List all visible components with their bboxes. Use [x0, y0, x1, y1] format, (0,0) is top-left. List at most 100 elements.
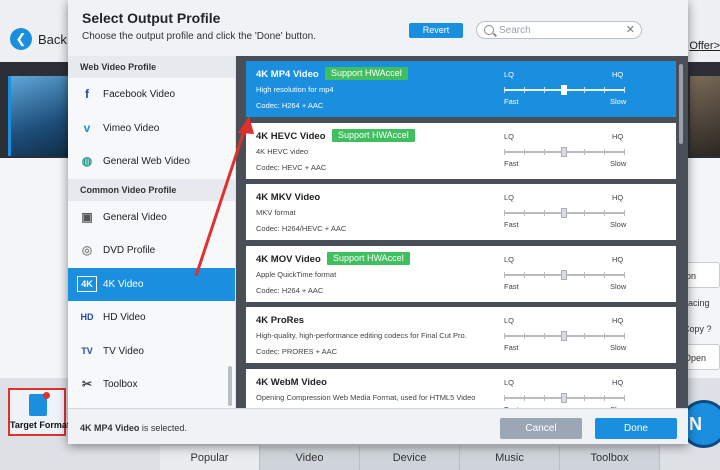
tab-video[interactable]: Video	[260, 446, 360, 470]
profile-card[interactable]: 4K MKV Video MKV format Codec: H264/HEVC +…	[246, 184, 676, 240]
profile-description: 4K HEVC video	[256, 146, 309, 156]
slider-knob[interactable]	[561, 146, 567, 157]
slider-tick	[524, 394, 525, 401]
slider-knob[interactable]	[561, 331, 567, 341]
hq-label: HQ	[612, 377, 624, 387]
sidebar-item[interactable]: ◎ DVD Profile	[68, 234, 235, 268]
profile-card[interactable]: 4K HEVC Video Support HWAccel 4K HEVC vide…	[246, 122, 676, 179]
slider-tick	[524, 87, 525, 93]
sidebar-category-header: Web Video Profile	[68, 56, 235, 78]
slow-label: Slow	[610, 97, 627, 106]
slow-label: Slow	[610, 343, 627, 352]
dialog-title: Select Output Profile	[82, 10, 221, 26]
profile-codec: Codec: H264/HEVC + AAC	[256, 224, 347, 233]
sidebar-item[interactable]: ◍ General Web Video	[68, 145, 235, 179]
target-format-label: Target Format	[10, 420, 68, 430]
search-box[interactable]: ✕	[476, 21, 642, 39]
4k-icon: 4K	[77, 275, 97, 292]
slider-tick	[604, 394, 605, 401]
profile-codec: Codec: PRORES + AAC	[256, 347, 338, 356]
hd-icon: HD	[80, 312, 94, 322]
profile-card[interactable]: 4K ProRes High-quality, high-performance …	[246, 307, 676, 363]
slider-tick	[584, 87, 585, 93]
slider-tick	[624, 394, 625, 401]
quality-slider[interactable]	[504, 392, 625, 403]
sidebar-scrollbar[interactable]	[228, 366, 232, 406]
search-input[interactable]	[499, 23, 619, 37]
sidebar-item-label: TV Video	[103, 345, 144, 357]
back-button[interactable]: ❮ Back	[10, 28, 67, 50]
sidebar-item[interactable]: TV TV Video	[68, 335, 235, 369]
sidebar-item[interactable]: ✂ Toolbox	[68, 368, 235, 402]
sidebar-item[interactable]: f Facebook Video	[68, 78, 235, 112]
profile-card[interactable]: 4K MP4 Video Support HWAccel High resoluti…	[246, 61, 676, 117]
notification-dot	[43, 392, 50, 399]
back-label: Back	[38, 31, 67, 47]
hq-label: HQ	[612, 254, 624, 264]
slider-tick	[584, 394, 585, 401]
slider-tick	[624, 271, 625, 278]
app-window: ❮ Back Offer> ion rlacing Copy ? Open Ta…	[0, 0, 720, 470]
slow-label: Slow	[610, 281, 627, 291]
profile-codec: Codec: H264 + AAC	[256, 101, 324, 110]
profile-list-scrollbar[interactable]	[679, 64, 683, 144]
cancel-button[interactable]: Cancel	[500, 418, 582, 439]
tab-music[interactable]: Music	[460, 446, 560, 470]
dvd-icon: ◎	[81, 243, 93, 257]
quality-slider[interactable]	[504, 269, 625, 280]
sidebar-item-label: 4K Video	[103, 278, 144, 290]
slider-tick	[584, 271, 585, 278]
tab-device[interactable]: Device	[360, 446, 460, 470]
video-preview	[690, 76, 720, 156]
fast-label: Fast	[504, 281, 519, 291]
sidebar-item-label: Toolbox	[103, 379, 138, 390]
video-thumbnail[interactable]	[8, 76, 68, 156]
quality-slider[interactable]	[504, 208, 625, 218]
sidebar-item[interactable]: v Vimeo Video	[68, 112, 235, 146]
target-format-button[interactable]: Target Format	[8, 388, 68, 436]
profile-card[interactable]: 4K WebM Video Opening Compression Web Med…	[246, 368, 676, 408]
slider-knob[interactable]	[561, 85, 567, 95]
sidebar-item-label: HD Video	[103, 312, 146, 323]
slider-tick	[604, 210, 605, 216]
profile-name: 4K ProRes	[256, 315, 305, 326]
back-arrow-icon: ❮	[10, 28, 32, 50]
slider-tick	[624, 210, 625, 216]
offer-link[interactable]: Offer>	[689, 40, 720, 52]
facebook-icon: f	[85, 87, 89, 101]
revert-button[interactable]: Revert	[409, 23, 463, 38]
slider-tick	[544, 271, 545, 278]
profile-name: 4K MP4 Video	[256, 69, 319, 80]
slider-tick	[584, 210, 585, 216]
profile-description: MKV format	[256, 208, 296, 217]
lq-label: LQ	[504, 70, 515, 79]
sidebar-category-header: Common Video Profile	[68, 178, 235, 201]
lq-label: LQ	[504, 377, 515, 387]
quality-slider[interactable]	[504, 85, 625, 95]
sidebar-item-label: DVD Profile	[103, 245, 156, 256]
lq-label: LQ	[504, 193, 515, 202]
tab-toolbox[interactable]: Toolbox	[560, 446, 660, 470]
slider-knob[interactable]	[561, 392, 567, 403]
sidebar-item[interactable]: 4K 4K Video	[68, 267, 235, 301]
sidebar-item[interactable]: HD HD Video	[68, 301, 235, 335]
quality-slider[interactable]	[504, 331, 625, 341]
slider-tick	[584, 333, 585, 339]
tab-popular[interactable]: Popular	[160, 446, 260, 470]
profile-list: 4K MP4 Video Support HWAccel High resoluti…	[236, 56, 688, 408]
profile-name: 4K HEVC Video	[256, 130, 326, 142]
profile-description: Apple QuickTime format	[256, 269, 337, 279]
hq-label: HQ	[612, 70, 624, 79]
clear-icon[interactable]: ✕	[626, 24, 635, 36]
slider-knob[interactable]	[561, 269, 567, 280]
done-button[interactable]: Done	[595, 418, 677, 439]
slider-knob[interactable]	[561, 208, 567, 218]
sidebar-item-label: General Web Video	[103, 156, 190, 167]
slider-tick	[504, 87, 505, 93]
profile-card[interactable]: 4K MOV Video Support HWAccel Apple QuickTi…	[246, 245, 676, 302]
output-profile-dialog: Select Output Profile Choose the output …	[68, 0, 688, 444]
search-icon	[484, 25, 494, 35]
quality-slider[interactable]	[504, 146, 625, 157]
sidebar-item[interactable]: ▣ General Video	[68, 201, 235, 235]
profile-description: Opening Compression Web Media Format, us…	[256, 392, 476, 402]
